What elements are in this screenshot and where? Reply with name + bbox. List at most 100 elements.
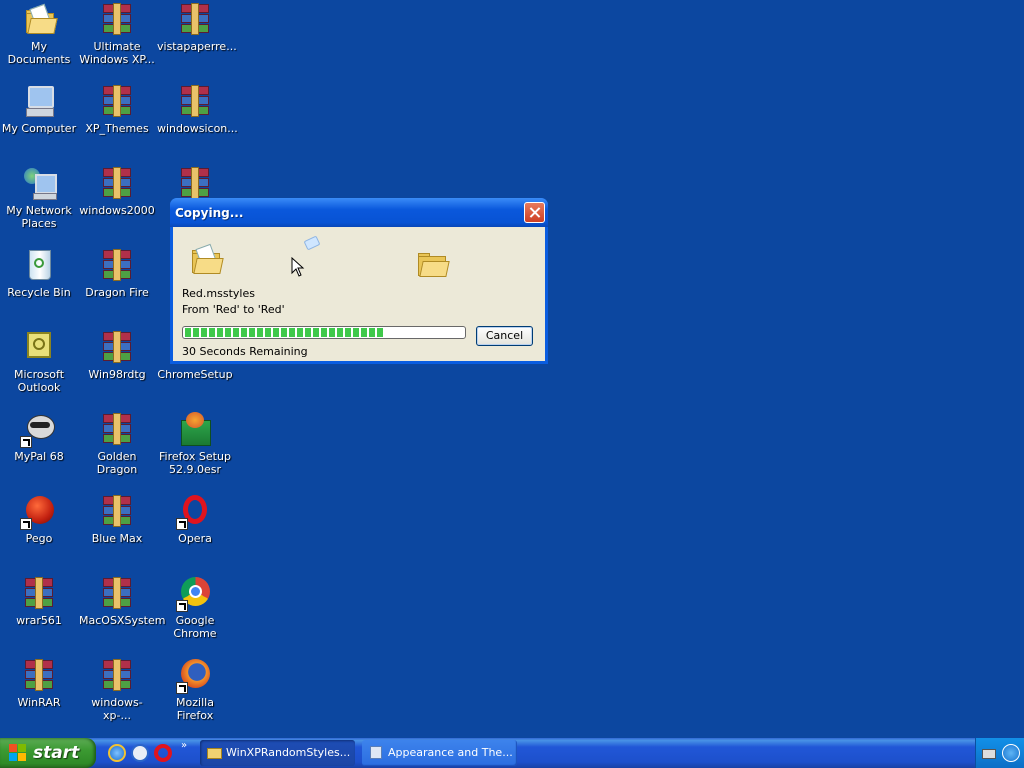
task-label: Appearance and The... (388, 746, 513, 759)
desktop-icon-winrar[interactable]: WinRAR (0, 658, 78, 709)
task-button-winxprandomstyles[interactable]: WinXPRandomStyles... (200, 740, 355, 766)
help-icon[interactable] (1002, 744, 1020, 762)
pego-icon (20, 494, 56, 530)
icon-label: XP_Themes (85, 122, 149, 135)
icon-label: MacOSXSystem (79, 614, 166, 627)
ie-alt-icon[interactable] (131, 744, 149, 762)
icon-label: Dragon Fire (85, 286, 149, 299)
desktop-icon-mozilla-firefox[interactable]: Mozilla Firefox (156, 658, 234, 722)
desktop-icon-ultimate-windows-xp[interactable]: Ultimate Windows XP... (78, 2, 156, 66)
opera-icon[interactable] (154, 744, 172, 762)
icon-label: wrar561 (16, 614, 62, 627)
winrar-archive-icon (178, 2, 212, 36)
winrar-archive-icon (100, 84, 134, 118)
task-label: WinXPRandomStyles... (226, 746, 351, 759)
recycle-bin-icon (22, 248, 56, 282)
icon-label: windowsicon... (157, 122, 238, 135)
icon-label: windows-xp-... (91, 696, 143, 722)
icon-label: Google Chrome (173, 614, 217, 640)
winrar-archive-icon (100, 658, 134, 692)
desktop-icon-recycle-bin[interactable]: Recycle Bin (0, 248, 78, 299)
quick-launch-chevron-icon[interactable]: » (181, 740, 187, 751)
windows-logo-icon (9, 744, 27, 762)
icon-label: vistapaperre... (157, 40, 237, 53)
icon-label: My Network Places (6, 204, 72, 230)
icon-label: Firefox Setup 52.9.0esr (159, 450, 231, 476)
icon-label: Pego (25, 532, 53, 545)
chrome-icon (176, 576, 212, 612)
my-documents-icon (22, 2, 58, 36)
source-folder-icon (192, 243, 224, 274)
desktop-icon-windows-xp[interactable]: windows-xp-... (78, 658, 156, 722)
cancel-button[interactable]: Cancel (476, 326, 533, 346)
desktop-icon-google-chrome[interactable]: Google Chrome (156, 576, 234, 640)
icon-label: Blue Max (91, 532, 143, 545)
desktop-icon-firefox-setup[interactable]: Firefox Setup 52.9.0esr (156, 412, 234, 476)
desktop: My Documents My Computer My Network Plac… (0, 0, 1024, 738)
winrar-archive-icon (100, 166, 134, 200)
winrar-archive-icon (178, 166, 212, 200)
desktop-icon-windows2000[interactable]: windows2000 (78, 166, 156, 217)
icon-label: My Computer (1, 122, 77, 135)
icon-label: Microsoft Outlook (13, 368, 65, 394)
start-label: start (33, 743, 80, 763)
taskbar: start » WinXPRandomStyles... Appearance … (0, 738, 1024, 768)
desktop-icon-pego[interactable]: Pego (0, 494, 78, 545)
dialog-titlebar[interactable]: Copying... (170, 198, 548, 227)
copy-filename: Red.msstyles (182, 287, 255, 300)
desktop-icon-vistapaperre[interactable]: vistapaperre... (156, 2, 237, 53)
folder-icon (207, 745, 222, 760)
desktop-icon-macosxsystem[interactable]: MacOSXSystem (78, 576, 166, 627)
desktop-icon-my-computer[interactable]: My Computer (0, 84, 78, 135)
desktop-icon-windowsicon[interactable]: windowsicon... (156, 84, 238, 135)
desktop-icon-blue-max[interactable]: Blue Max (78, 494, 156, 545)
time-remaining: 30 Seconds Remaining (182, 345, 308, 358)
desktop-icon-dragon-fire[interactable]: Dragon Fire (78, 248, 156, 299)
winrar-archive-icon (100, 248, 134, 282)
internet-explorer-icon[interactable] (108, 744, 126, 762)
outlook-icon (22, 330, 56, 364)
start-button[interactable]: start (0, 738, 96, 768)
icon-label: Win98rdtg (88, 368, 146, 381)
dialog-body: Red.msstyles From 'Red' to 'Red' Cancel … (173, 227, 545, 361)
desktop-icon-my-documents[interactable]: My Documents (0, 2, 78, 66)
desktop-icon-microsoft-outlook[interactable]: Microsoft Outlook (0, 330, 78, 394)
winrar-archive-icon (100, 330, 134, 364)
my-computer-icon (22, 84, 56, 118)
mouse-cursor-icon (291, 257, 305, 277)
icon-label: ChromeSetup (157, 368, 233, 381)
icon-label: Golden Dragon (96, 450, 138, 476)
desktop-icon-win98rdtg[interactable]: Win98rdtg (78, 330, 156, 381)
winrar-archive-icon (100, 412, 134, 446)
firefox-setup-icon (178, 412, 212, 446)
desktop-icon-opera[interactable]: Opera (156, 494, 234, 545)
icon-label: windows2000 (79, 204, 155, 217)
winrar-archive-icon (22, 658, 56, 692)
winrar-archive-icon (22, 576, 56, 610)
winrar-archive-icon (100, 494, 134, 528)
copy-from-to: From 'Red' to 'Red' (182, 303, 285, 316)
icon-label: Recycle Bin (7, 286, 71, 299)
destination-folder-icon (418, 253, 450, 277)
desktop-icon-golden-dragon[interactable]: Golden Dragon (78, 412, 156, 476)
mypal-raccoon-icon (20, 412, 56, 448)
desktop-icon-mypal[interactable]: MyPal 68 (0, 412, 78, 463)
icon-label: MyPal 68 (14, 450, 64, 463)
flying-document-icon (303, 235, 321, 251)
winrar-archive-icon (178, 84, 212, 118)
copy-progress-bar (182, 326, 466, 339)
icon-label: Mozilla Firefox (176, 696, 214, 722)
icon-label: WinRAR (17, 696, 61, 709)
desktop-icon-wrar561[interactable]: wrar561 (0, 576, 78, 627)
firefox-icon (176, 658, 212, 694)
icon-label: Ultimate Windows XP... (79, 40, 155, 66)
desktop-icon-xp-themes[interactable]: XP_Themes (78, 84, 156, 135)
winrar-archive-icon (100, 2, 134, 36)
icon-label: Opera (178, 532, 212, 545)
system-tray (975, 738, 1024, 768)
task-button-appearance-and-themes[interactable]: Appearance and The... (362, 740, 517, 766)
desktop-icon-my-network-places[interactable]: My Network Places (0, 166, 78, 230)
network-places-icon (22, 166, 57, 200)
keyboard-icon[interactable] (982, 749, 996, 759)
close-button[interactable] (524, 202, 545, 223)
